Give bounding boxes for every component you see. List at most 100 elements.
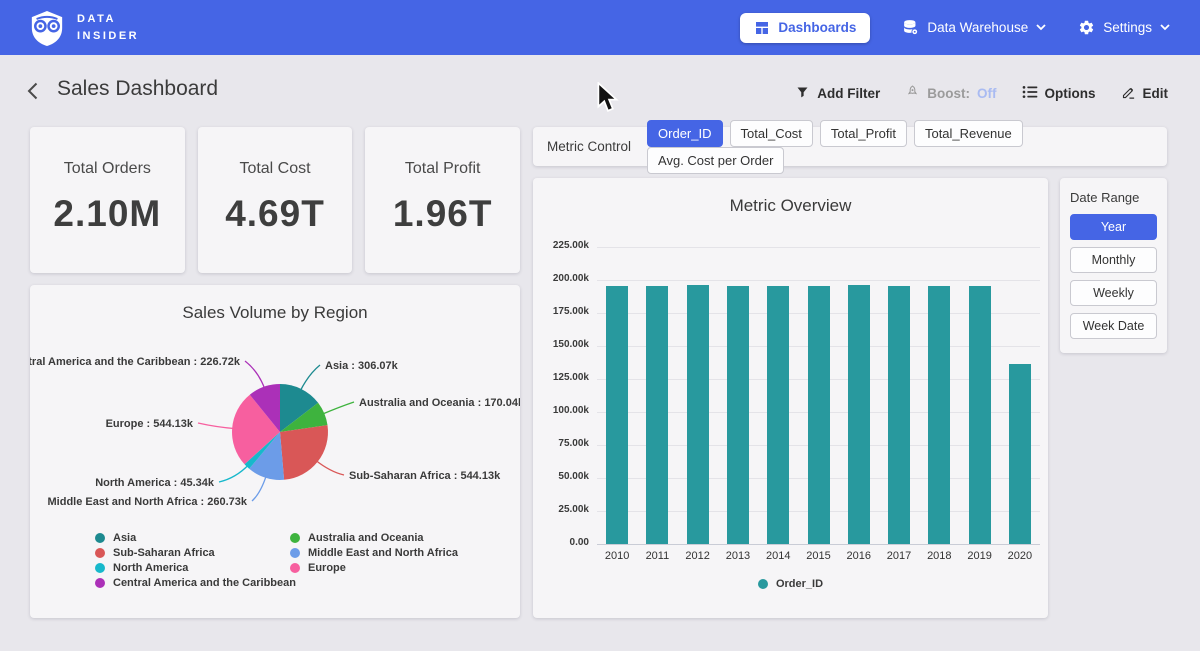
edit-button[interactable]: Edit [1121, 85, 1169, 103]
navbar-item-data-warehouse[interactable]: Data Warehouse [902, 19, 1046, 36]
x-axis-tick: 2015 [798, 550, 838, 562]
date-range-option-year[interactable]: Year [1070, 214, 1157, 240]
brand[interactable]: DATA INSIDER [28, 10, 139, 46]
bar-2017[interactable] [888, 286, 910, 544]
pie-slice-label: Central America and the Caribbean : 226.… [30, 356, 241, 368]
pie-legend-column: Australia and Oceania Middle East and Nor… [290, 532, 458, 589]
bar-2020[interactable] [1009, 364, 1031, 544]
bar-2010[interactable] [606, 286, 628, 544]
legend-item-australia-and-oceania[interactable]: Australia and Oceania [290, 532, 458, 544]
bar-2014[interactable] [767, 286, 789, 544]
pie-slice-sub-saharan-africa[interactable] [280, 425, 328, 480]
pie-slice-label: Europe : 544.13k [106, 418, 194, 430]
legend-item-label: Australia and Oceania [308, 532, 424, 544]
x-axis-tick: 2012 [678, 550, 718, 562]
bar-legend[interactable]: Order_ID [533, 578, 1048, 590]
date-range-option-monthly[interactable]: Monthly [1070, 247, 1157, 273]
pie-leader-line [315, 460, 344, 475]
action-label: Boost: [927, 86, 970, 101]
legend-dot [290, 533, 300, 543]
boost-state-value: Off [977, 86, 997, 101]
bar-2018[interactable] [928, 286, 950, 544]
kpi-card-total-orders: Total Orders2.10M [30, 127, 185, 273]
kpi-card-total-cost: Total Cost 4.69T [198, 127, 353, 273]
legend-dot [95, 578, 105, 588]
kpi-label: Total Profit [405, 160, 481, 178]
x-axis-tick: 2017 [879, 550, 919, 562]
pie-slice-label: Sub-Saharan Africa : 544.13k [349, 470, 501, 482]
navbar-item-label: Settings [1103, 20, 1152, 35]
gear-icon [1078, 19, 1095, 36]
gridline [597, 544, 1040, 545]
kpi-value: 2.10M [53, 193, 161, 235]
metric-option-total-profit[interactable]: Total_Profit [820, 120, 907, 147]
y-axis-tick: 225.00k [533, 240, 589, 251]
filter-icon [795, 85, 810, 103]
y-axis-tick: 100.00k [533, 405, 589, 416]
y-axis-tick: 0.00 [533, 537, 589, 548]
metric-option-total-revenue[interactable]: Total_Revenue [914, 120, 1023, 147]
navbar-menu: Dashboards Data Warehouse Settings [740, 13, 1170, 43]
legend-dot [290, 563, 300, 573]
legend-item-europe[interactable]: Europe [290, 562, 458, 574]
legend-item-label: Asia [113, 532, 136, 544]
legend-item-north-america[interactable]: North America [95, 562, 290, 574]
gridline [597, 247, 1040, 248]
bar-2011[interactable] [646, 286, 668, 544]
bar-2013[interactable] [727, 286, 749, 544]
navbar-item-label: Data Warehouse [927, 20, 1028, 35]
pie-slice-label: Middle East and North Africa : 260.73k [48, 496, 248, 508]
legend-dot [95, 533, 105, 543]
chevron-down-icon [1036, 24, 1046, 31]
navbar-item-label: Dashboards [778, 20, 856, 35]
legend-item-central-america-and-the-caribbean[interactable]: Central America and the Caribbean [95, 577, 290, 589]
legend-item-middle-east-and-north-africa[interactable]: Middle East and North Africa [290, 547, 458, 559]
pie-leader-line [219, 465, 249, 483]
navbar-item-dashboards[interactable]: Dashboards [740, 13, 870, 43]
action-label: Edit [1143, 86, 1169, 101]
date-range-option-weekly[interactable]: Weekly [1070, 280, 1157, 306]
bar-2015[interactable] [808, 286, 830, 544]
bar-2019[interactable] [969, 286, 991, 544]
legend-item-label: Sub-Saharan Africa [113, 547, 215, 559]
list-icon [1022, 85, 1038, 102]
metric-option-order-id[interactable]: Order_ID [647, 120, 722, 147]
metric-option-total-cost[interactable]: Total_Cost [730, 120, 813, 147]
add-filter-button[interactable]: Add Filter [795, 85, 880, 103]
kpi-card-total-profit: Total Profit1.96T [365, 127, 520, 273]
date-range-panel: Date Range YearMonthlyWeeklyWeek Date [1060, 178, 1167, 353]
pie-chart-title: Sales Volume by Region [30, 303, 520, 323]
bar-2012[interactable] [687, 285, 709, 544]
legend-item-sub-saharan-africa[interactable]: Sub-Saharan Africa [95, 547, 290, 559]
owl-logo-icon [28, 10, 66, 46]
page-header: Sales Dashboard Add FilterBoost:OffOptio… [0, 74, 1200, 116]
metric-option-avg-cost-per-order[interactable]: Avg. Cost per Order [647, 147, 784, 174]
legend-dot [290, 548, 300, 558]
date-range-option-week-date[interactable]: Week Date [1070, 313, 1157, 339]
bar-legend-label: Order_ID [776, 578, 823, 590]
legend-item-label: Central America and the Caribbean [113, 577, 296, 589]
options-button[interactable]: Options [1022, 85, 1096, 102]
chevron-down-icon [1160, 24, 1170, 31]
x-axis-tick: 2013 [718, 550, 758, 562]
boost-button[interactable]: Boost: Off [905, 84, 996, 103]
legend-item-asia[interactable]: Asia [95, 532, 290, 544]
brand-text: DATA INSIDER [77, 11, 139, 44]
pie-leader-line [198, 423, 235, 429]
x-axis-tick: 2010 [597, 550, 637, 562]
back-button[interactable] [27, 82, 38, 105]
navbar-item-settings[interactable]: Settings [1078, 19, 1170, 36]
kpi-row: Total Orders2.10M Total Cost 4.69T Total Pr… [30, 127, 520, 273]
y-axis-tick: 25.00k [533, 504, 589, 515]
dashboard-icon [754, 20, 770, 36]
kpi-value: 4.69T [225, 193, 325, 235]
legend-dot [95, 563, 105, 573]
bar-2016[interactable] [848, 285, 870, 544]
legend-item-label: Europe [308, 562, 346, 574]
action-label: Add Filter [817, 86, 880, 101]
date-range-buttons: Year Monthly Weekly Week Date [1070, 214, 1157, 339]
pie-slice-label: Asia : 306.07k [325, 360, 399, 372]
kpi-label: Total Cost [239, 160, 310, 178]
bar-legend-dot [758, 579, 768, 589]
sales-dashboard-screen: DATA INSIDER Dashboards Data Warehouse Set… [0, 0, 1200, 651]
